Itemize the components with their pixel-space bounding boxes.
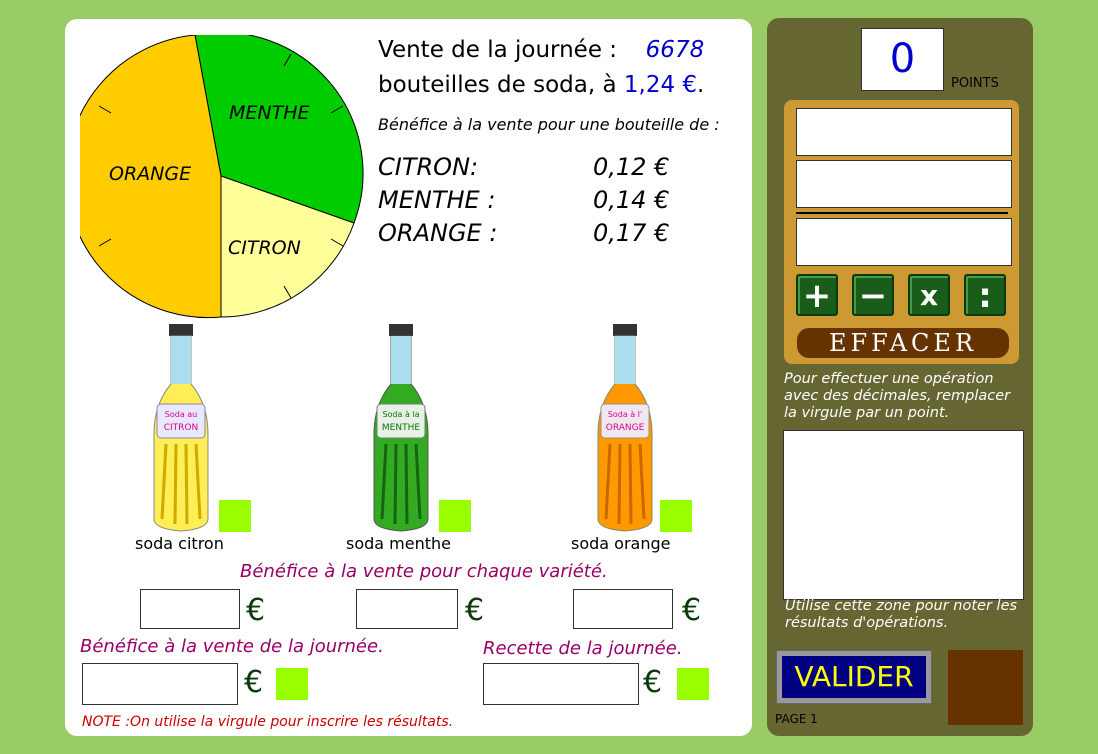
clear-button[interactable]: EFFACER: [797, 328, 1009, 358]
bottle-label-citron: soda citron: [135, 534, 224, 553]
euro-symbol: €: [246, 593, 266, 628]
profit-row: MENTHE :0,14 €: [378, 186, 670, 214]
svg-text:CITRON: CITRON: [164, 423, 199, 433]
citron-check-indicator: [219, 500, 251, 532]
note-text: NOTE :On utilise la virgule pour inscrir…: [82, 714, 454, 730]
bottle-label-menthe: soda menthe: [346, 534, 451, 553]
score-display: 0: [861, 28, 944, 91]
multiply-button[interactable]: x: [908, 274, 950, 316]
euro-symbol: €: [244, 665, 264, 700]
euro-symbol: €: [682, 593, 702, 628]
page-label: PAGE 1: [775, 712, 818, 726]
validate-label: VALIDER: [782, 656, 926, 698]
day-receipt-check-indicator: [677, 668, 709, 700]
status-indicator: [948, 650, 1023, 725]
benefit-title: Bénéfice à la vente pour une bouteille d…: [378, 115, 720, 134]
bottle-citron-image: Soda au CITRON: [153, 324, 209, 532]
bottle-label-orange: soda orange: [571, 534, 671, 553]
bottles-text: bouteilles de soda, à: [378, 72, 617, 98]
euro-symbol: €: [643, 665, 663, 700]
day-receipt-input[interactable]: [483, 663, 639, 705]
sales-line: Vente de la journée : 6678: [378, 37, 704, 63]
period: .: [697, 72, 705, 98]
citron-benefit-input[interactable]: [140, 589, 240, 629]
profit-row: ORANGE :0,17 €: [378, 219, 670, 247]
calc-result[interactable]: [796, 218, 1012, 266]
bottle-orange-image: Soda à l' ORANGE: [597, 324, 653, 532]
pie-label-citron: CITRON: [228, 237, 301, 259]
calc-operand-2[interactable]: [796, 160, 1012, 208]
profit-row: CITRON: 0,12 €: [378, 153, 670, 181]
pie-label-menthe: MENTHE: [229, 102, 310, 124]
euro-symbol: €: [465, 593, 485, 628]
validate-button[interactable]: VALIDER: [776, 650, 932, 704]
subtract-button[interactable]: −: [852, 274, 894, 316]
pie-label-orange: ORANGE: [109, 163, 191, 185]
day-benefit-check-indicator: [276, 668, 308, 700]
notes-hint: Utilise cette zone pour noter les résult…: [785, 598, 1018, 631]
day-benefit-title: Bénéfice à la vente de la journée.: [80, 636, 384, 657]
bottle-menthe-image: Soda à la MENTHE: [373, 324, 429, 532]
points-label: POINTS: [951, 76, 999, 91]
calc-operand-1[interactable]: [796, 108, 1012, 156]
profit-table: CITRON: 0,12 € MENTHE :0,14 € ORANGE :0,1…: [378, 151, 688, 250]
orange-check-indicator: [660, 500, 692, 532]
svg-text:MENTHE: MENTHE: [382, 423, 420, 433]
menthe-check-indicator: [439, 500, 471, 532]
svg-text:Soda à l': Soda à l': [608, 410, 642, 419]
sales-label: Vente de la journée :: [378, 37, 618, 63]
svg-text:Soda à la: Soda à la: [382, 410, 419, 419]
orange-benefit-input[interactable]: [573, 589, 673, 629]
day-receipt-title: Recette de la journée.: [483, 638, 683, 659]
calc-divider: [796, 212, 1008, 214]
divide-button[interactable]: :: [964, 274, 1006, 316]
notes-area[interactable]: [783, 430, 1024, 600]
svg-text:ORANGE: ORANGE: [606, 423, 645, 433]
variety-benefit-title: Bénéfice à la vente pour chaque variété.: [240, 561, 608, 582]
unit-price: 1,24 €: [623, 72, 698, 98]
decimal-hint: Pour effectuer une opération avec des dé…: [784, 371, 1011, 421]
svg-text:Soda au: Soda au: [165, 410, 197, 419]
price-line: bouteilles de soda, à 1,24 €.: [378, 72, 704, 98]
sales-pie-chart: MENTHE CITRON ORANGE: [80, 35, 364, 319]
day-benefit-input[interactable]: [82, 663, 238, 705]
menthe-benefit-input[interactable]: [356, 589, 458, 629]
sales-count: 6678: [645, 37, 705, 63]
add-button[interactable]: +: [796, 274, 838, 316]
